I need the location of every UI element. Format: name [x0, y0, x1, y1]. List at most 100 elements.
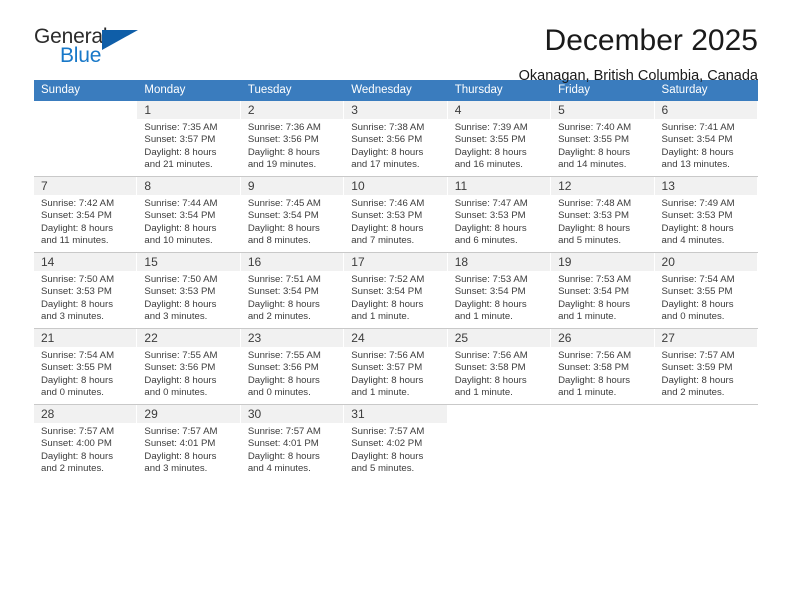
calendar-table: Sunday Monday Tuesday Wednesday Thursday… [34, 80, 758, 480]
calendar-day-cell[interactable]: 26 Sunrise: 7:56 AM Sunset: 3:58 PM Dayligh… [551, 328, 655, 405]
day-details: Sunrise: 7:48 AM Sunset: 3:53 PM Daylight:… [551, 195, 654, 247]
sunrise-time: Sunrise: 7:54 AM [661, 274, 735, 285]
day-details: Sunrise: 7:57 AM Sunset: 4:01 PM Daylight:… [137, 423, 240, 475]
calendar-day-cell[interactable]: 17 Sunrise: 7:52 AM Sunset: 3:54 PM Dayligh… [344, 252, 448, 329]
day-number: 26 [551, 329, 655, 347]
day-cell-inner: 8 Sunrise: 7:44 AM Sunset: 3:54 PM Daylight… [137, 177, 241, 252]
calendar-day-cell[interactable]: 6 Sunrise: 7:41 AM Sunset: 3:54 PM Daylight… [654, 101, 758, 177]
daylight-duration-line2: and 3 minutes. [144, 310, 208, 322]
day-number: 3 [344, 101, 448, 119]
calendar-day-cell[interactable]: 12 Sunrise: 7:48 AM Sunset: 3:53 PM Dayligh… [551, 176, 655, 253]
day-cell-inner: 7 Sunrise: 7:42 AM Sunset: 3:54 PM Daylight… [34, 177, 138, 252]
calendar-day-cell[interactable]: 20 Sunrise: 7:54 AM Sunset: 3:55 PM Dayligh… [654, 252, 758, 329]
sunset-time: Sunset: 3:58 PM [558, 362, 630, 374]
calendar-day-cell[interactable]: 21 Sunrise: 7:54 AM Sunset: 3:55 PM Dayligh… [34, 328, 138, 405]
sunset-time: Sunset: 4:01 PM [247, 438, 319, 450]
calendar-day-cell[interactable]: 18 Sunrise: 7:53 AM Sunset: 3:54 PM Dayligh… [447, 252, 552, 329]
sunrise-time: Sunrise: 7:57 AM [661, 350, 735, 361]
calendar-day-cell[interactable]: 19 Sunrise: 7:53 AM Sunset: 3:54 PM Dayligh… [551, 252, 655, 329]
general-blue-logo[interactable]: General Blue [34, 24, 144, 72]
sunrise-time: Sunrise: 7:56 AM [454, 350, 528, 361]
calendar-day-cell[interactable]: 13 Sunrise: 7:49 AM Sunset: 3:53 PM Dayligh… [654, 176, 758, 253]
daylight-duration-line1: Daylight: 8 hours [41, 222, 113, 234]
sunrise-time: Sunrise: 7:42 AM [41, 198, 115, 209]
calendar-day-cell[interactable]: 29 Sunrise: 7:57 AM Sunset: 4:01 PM Dayligh… [137, 404, 241, 480]
daylight-duration-line1: Daylight: 8 hours [661, 146, 734, 158]
daylight-duration-line1: Daylight: 8 hours [454, 298, 527, 310]
daylight-duration-line1: Daylight: 8 hours [144, 146, 217, 158]
day-details: Sunrise: 7:57 AM Sunset: 4:02 PM Daylight:… [344, 423, 447, 475]
day-cell-inner: 22 Sunrise: 7:55 AM Sunset: 3:56 PM Dayligh… [137, 329, 241, 404]
calendar-day-cell[interactable]: 24 Sunrise: 7:56 AM Sunset: 3:57 PM Dayligh… [344, 328, 448, 405]
day-details: Sunrise: 7:54 AM Sunset: 3:55 PM Daylight:… [34, 347, 137, 399]
sunset-time: Sunset: 3:57 PM [351, 362, 423, 374]
sunrise-time: Sunrise: 7:54 AM [41, 350, 115, 361]
day-number: 20 [654, 253, 758, 271]
day-cell-inner: 28 Sunrise: 7:57 AM Sunset: 4:00 PM Dayligh… [34, 405, 138, 480]
day-number: 5 [551, 101, 655, 119]
calendar-day-cell[interactable]: 16 Sunrise: 7:51 AM Sunset: 3:54 PM Dayligh… [240, 252, 345, 329]
calendar-day-cell[interactable]: 7 Sunrise: 7:42 AM Sunset: 3:54 PM Daylight… [34, 176, 138, 253]
daylight-duration-line1: Daylight: 8 hours [558, 374, 631, 386]
title-block: December 2025 Okanagan, British Columbia… [144, 24, 758, 86]
day-cell-inner: 12 Sunrise: 7:48 AM Sunset: 3:53 PM Dayligh… [551, 177, 655, 252]
calendar-day-cell[interactable]: 10 Sunrise: 7:46 AM Sunset: 3:53 PM Dayligh… [344, 176, 448, 253]
calendar-day-cell[interactable]: 2 Sunrise: 7:36 AM Sunset: 3:56 PM Daylight… [240, 101, 345, 177]
calendar-day-cell[interactable]: 1 Sunrise: 7:35 AM Sunset: 3:57 PM Daylight… [137, 101, 241, 177]
calendar-day-cell[interactable]: 4 Sunrise: 7:39 AM Sunset: 3:55 PM Daylight… [447, 101, 552, 177]
day-details: Sunrise: 7:53 AM Sunset: 3:54 PM Daylight:… [448, 271, 551, 323]
day-number: 23 [240, 329, 345, 347]
daylight-duration-line2: and 10 minutes. [144, 234, 213, 246]
day-number: 7 [34, 177, 138, 195]
day-details: Sunrise: 7:56 AM Sunset: 3:57 PM Daylight:… [344, 347, 447, 399]
calendar-day-cell[interactable]: 9 Sunrise: 7:45 AM Sunset: 3:54 PM Daylight… [240, 176, 345, 253]
day-details: Sunrise: 7:53 AM Sunset: 3:54 PM Daylight:… [551, 271, 654, 323]
day-cell-inner: 2 Sunrise: 7:36 AM Sunset: 3:56 PM Daylight… [240, 101, 345, 176]
calendar-day-cell[interactable]: 15 Sunrise: 7:50 AM Sunset: 3:53 PM Dayligh… [137, 252, 241, 329]
calendar-day-cell[interactable]: 23 Sunrise: 7:55 AM Sunset: 3:56 PM Dayligh… [240, 328, 345, 405]
day-number: 6 [654, 101, 758, 119]
calendar-day-cell[interactable]: 27 Sunrise: 7:57 AM Sunset: 3:59 PM Dayligh… [654, 328, 758, 405]
sunset-time: Sunset: 3:54 PM [144, 210, 216, 222]
day-cell-inner [34, 101, 137, 176]
day-details: Sunrise: 7:57 AM Sunset: 3:59 PM Daylight:… [655, 347, 758, 399]
day-cell-inner: 23 Sunrise: 7:55 AM Sunset: 3:56 PM Dayligh… [240, 329, 345, 404]
sunset-time: Sunset: 3:57 PM [144, 134, 216, 146]
calendar-day-cell[interactable]: 30 Sunrise: 7:57 AM Sunset: 4:01 PM Dayligh… [240, 404, 345, 480]
day-cell-inner: 30 Sunrise: 7:57 AM Sunset: 4:01 PM Dayligh… [240, 405, 345, 480]
calendar-day-cell[interactable]: 22 Sunrise: 7:55 AM Sunset: 3:56 PM Dayligh… [137, 328, 241, 405]
sunrise-time: Sunrise: 7:57 AM [41, 426, 115, 437]
day-cell-inner: 17 Sunrise: 7:52 AM Sunset: 3:54 PM Dayligh… [344, 253, 448, 328]
day-number: 16 [240, 253, 345, 271]
calendar-day-cell[interactable]: 25 Sunrise: 7:56 AM Sunset: 3:58 PM Dayligh… [447, 328, 552, 405]
sunset-time: Sunset: 3:54 PM [558, 286, 630, 298]
day-cell-inner: 25 Sunrise: 7:56 AM Sunset: 3:58 PM Dayligh… [447, 329, 552, 404]
sunrise-time: Sunrise: 7:45 AM [247, 198, 321, 209]
calendar-day-cell[interactable]: 3 Sunrise: 7:38 AM Sunset: 3:56 PM Daylight… [344, 101, 448, 177]
sunrise-time: Sunrise: 7:44 AM [144, 198, 218, 209]
day-cell-inner: 9 Sunrise: 7:45 AM Sunset: 3:54 PM Daylight… [240, 177, 345, 252]
sunset-time: Sunset: 3:54 PM [247, 286, 319, 298]
day-details: Sunrise: 7:57 AM Sunset: 4:01 PM Daylight:… [241, 423, 344, 475]
calendar-day-cell[interactable]: 28 Sunrise: 7:57 AM Sunset: 4:00 PM Dayligh… [34, 404, 138, 480]
day-details: Sunrise: 7:55 AM Sunset: 3:56 PM Daylight:… [137, 347, 240, 399]
daylight-duration-line1: Daylight: 8 hours [144, 374, 217, 386]
day-cell-inner: 3 Sunrise: 7:38 AM Sunset: 3:56 PM Daylight… [344, 101, 448, 176]
day-details: Sunrise: 7:41 AM Sunset: 3:54 PM Daylight:… [655, 119, 758, 171]
day-number: 15 [137, 253, 241, 271]
sunrise-time: Sunrise: 7:57 AM [144, 426, 218, 437]
calendar-day-cell[interactable]: 8 Sunrise: 7:44 AM Sunset: 3:54 PM Daylight… [137, 176, 241, 253]
daylight-duration-line2: and 19 minutes. [247, 158, 317, 170]
day-cell-inner: 14 Sunrise: 7:50 AM Sunset: 3:53 PM Dayligh… [34, 253, 138, 328]
day-number: 2 [240, 101, 345, 119]
day-number: 1 [137, 101, 241, 119]
day-details: Sunrise: 7:50 AM Sunset: 3:53 PM Daylight:… [34, 271, 137, 323]
day-details: Sunrise: 7:45 AM Sunset: 3:54 PM Daylight:… [241, 195, 344, 247]
calendar-day-cell[interactable]: 5 Sunrise: 7:40 AM Sunset: 3:55 PM Daylight… [551, 101, 655, 177]
calendar-day-cell[interactable]: 14 Sunrise: 7:50 AM Sunset: 3:53 PM Dayligh… [34, 252, 138, 329]
sunset-time: Sunset: 3:55 PM [454, 134, 526, 146]
daylight-duration-line2: and 0 minutes. [144, 386, 208, 398]
daylight-duration-line2: and 1 minute. [558, 386, 617, 398]
calendar-day-cell[interactable]: 31 Sunrise: 7:57 AM Sunset: 4:02 PM Dayligh… [344, 404, 448, 480]
calendar-day-cell[interactable]: 11 Sunrise: 7:47 AM Sunset: 3:53 PM Dayligh… [447, 176, 552, 253]
